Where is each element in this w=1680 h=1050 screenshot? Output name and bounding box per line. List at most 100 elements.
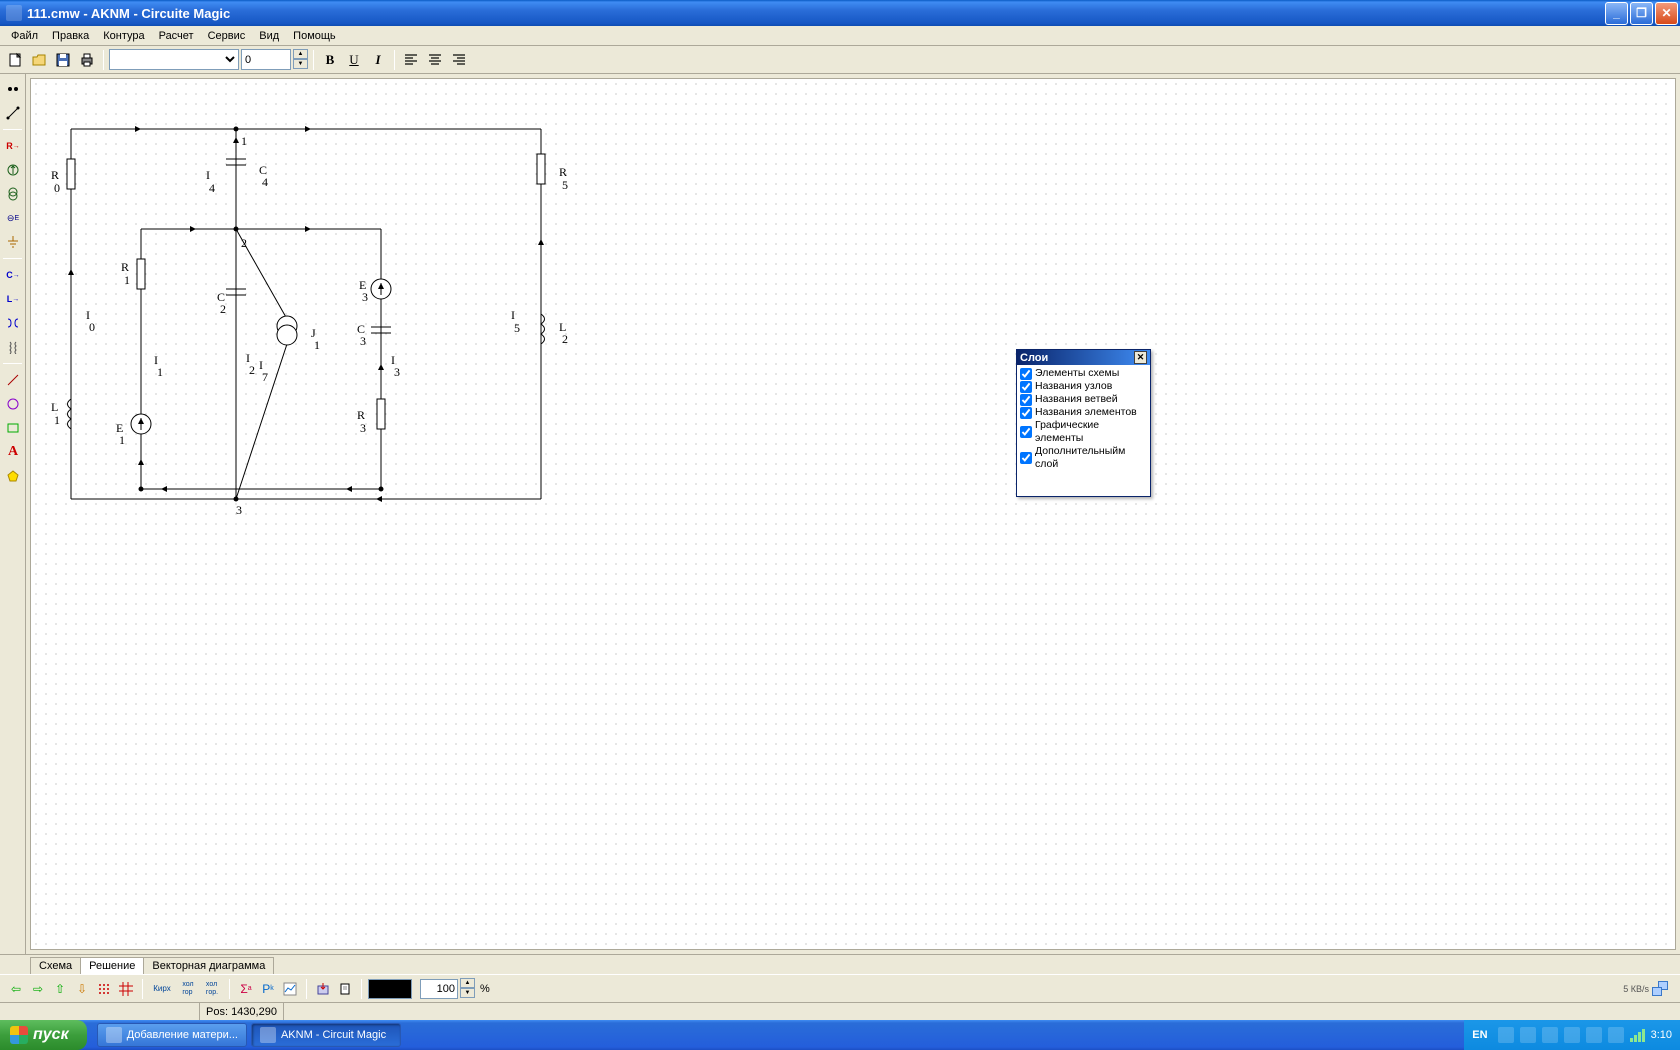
tool-node[interactable] bbox=[2, 78, 24, 100]
menu-view[interactable]: Вид bbox=[252, 28, 286, 44]
layer-checkbox[interactable] bbox=[1020, 368, 1032, 380]
tool-text[interactable]: A bbox=[2, 441, 24, 463]
tab-vector[interactable]: Векторная диаграмма bbox=[143, 957, 274, 974]
tool-emf[interactable] bbox=[2, 159, 24, 181]
color-picker[interactable] bbox=[368, 979, 412, 999]
tool-mutual[interactable] bbox=[2, 312, 24, 334]
nav-left-button[interactable]: ⇦ bbox=[6, 979, 26, 999]
tool-resistor[interactable]: R→ bbox=[2, 135, 24, 157]
svg-text:4: 4 bbox=[262, 175, 268, 189]
tool-ground[interactable] bbox=[2, 231, 24, 253]
zoom-spinner[interactable]: ▲▼ bbox=[460, 978, 475, 999]
language-indicator[interactable]: EN bbox=[1472, 1029, 1487, 1041]
svg-text:L: L bbox=[51, 400, 58, 414]
align-right-button[interactable] bbox=[448, 49, 470, 71]
print-button[interactable] bbox=[76, 49, 98, 71]
tray-icon[interactable] bbox=[1542, 1027, 1558, 1043]
layers-panel[interactable]: Слои ✕ Элементы схемы Названия узлов Наз… bbox=[1016, 349, 1151, 497]
minimize-button[interactable]: _ bbox=[1605, 2, 1628, 25]
layer-item[interactable]: Дополнительныйм слой bbox=[1020, 445, 1147, 471]
layer-item[interactable]: Названия элементов bbox=[1020, 406, 1147, 419]
menu-edit[interactable]: Правка bbox=[45, 28, 96, 44]
grid-large-button[interactable] bbox=[116, 979, 136, 999]
svg-text:2: 2 bbox=[249, 363, 255, 377]
nav-up-button[interactable]: ⇧ bbox=[50, 979, 70, 999]
menu-contours[interactable]: Контура bbox=[96, 28, 151, 44]
tab-schema[interactable]: Схема bbox=[30, 957, 81, 974]
tool-polygon[interactable] bbox=[2, 465, 24, 487]
system-tray[interactable]: EN 3:10 bbox=[1464, 1020, 1680, 1050]
tool-ac-source[interactable]: ⊖E bbox=[2, 207, 24, 229]
taskbar-item-browser[interactable]: Добавление матери... bbox=[97, 1023, 247, 1047]
svg-text:3: 3 bbox=[360, 421, 366, 435]
svg-text:3: 3 bbox=[236, 503, 242, 517]
tray-icon[interactable] bbox=[1586, 1027, 1602, 1043]
kirchhoff-button[interactable]: Кирх bbox=[149, 979, 175, 999]
layer-checkbox[interactable] bbox=[1020, 381, 1032, 393]
svg-text:R: R bbox=[559, 165, 567, 179]
tray-icon[interactable] bbox=[1608, 1027, 1624, 1043]
loop-current-button[interactable]: хол гор. bbox=[201, 979, 223, 999]
nav-down-button[interactable]: ⇩ bbox=[72, 979, 92, 999]
layer-item[interactable]: Графические элементы bbox=[1020, 419, 1147, 445]
align-center-button[interactable] bbox=[424, 49, 446, 71]
svg-text:2: 2 bbox=[241, 236, 247, 250]
underline-button[interactable]: U bbox=[343, 49, 365, 71]
menu-service[interactable]: Сервис bbox=[201, 28, 253, 44]
layer-item[interactable]: Названия ветвей bbox=[1020, 393, 1147, 406]
save-button[interactable] bbox=[52, 49, 74, 71]
report-button[interactable] bbox=[335, 979, 355, 999]
nav-toolbar: ⇦ ⇨ ⇧ ⇩ Кирх хол гор хол гор. Σa Pk ▲▼ %… bbox=[0, 974, 1680, 1002]
layer-item[interactable]: Названия узлов bbox=[1020, 380, 1147, 393]
tool-wire[interactable] bbox=[2, 102, 24, 124]
layers-close-button[interactable]: ✕ bbox=[1134, 351, 1147, 364]
layer-item[interactable]: Элементы схемы bbox=[1020, 367, 1147, 380]
open-button[interactable] bbox=[28, 49, 50, 71]
svg-text:R: R bbox=[51, 168, 59, 182]
node-potential-button[interactable]: хол гор bbox=[177, 979, 199, 999]
taskbar-item-circuitmagic[interactable]: AKNM - Circuit Magic bbox=[251, 1023, 401, 1047]
menu-calculation[interactable]: Расчет bbox=[152, 28, 201, 44]
tool-transformer[interactable] bbox=[2, 336, 24, 358]
clock[interactable]: 3:10 bbox=[1651, 1029, 1672, 1041]
italic-button[interactable]: I bbox=[367, 49, 389, 71]
start-button[interactable]: пуск bbox=[0, 1020, 87, 1050]
tool-inductor[interactable]: L→ bbox=[2, 288, 24, 310]
menu-file[interactable]: Файл bbox=[4, 28, 45, 44]
layers-panel-title[interactable]: Слои ✕ bbox=[1017, 350, 1150, 365]
circuit-canvas[interactable]: 1 2 3 R0 R1 R3 R5 C2 C3 C4 L1 L2 E1 E3 J… bbox=[30, 78, 1676, 950]
tab-solution[interactable]: Решение bbox=[80, 957, 144, 974]
menu-help[interactable]: Помощь bbox=[286, 28, 343, 44]
tool-circle[interactable] bbox=[2, 393, 24, 415]
formula-p-button[interactable]: Pk bbox=[258, 979, 278, 999]
circle-icon bbox=[6, 397, 20, 411]
layer-checkbox[interactable] bbox=[1020, 407, 1032, 419]
tool-rect[interactable] bbox=[2, 417, 24, 439]
tray-icon[interactable] bbox=[1498, 1027, 1514, 1043]
grid-grid-icon bbox=[119, 982, 133, 996]
nav-right-button[interactable]: ⇨ bbox=[28, 979, 48, 999]
layer-checkbox[interactable] bbox=[1020, 394, 1032, 406]
tool-line[interactable] bbox=[2, 369, 24, 391]
bold-button[interactable]: B bbox=[319, 49, 341, 71]
maximize-button[interactable]: ❐ bbox=[1630, 2, 1653, 25]
layer-checkbox[interactable] bbox=[1020, 452, 1032, 464]
chart-button[interactable] bbox=[280, 979, 300, 999]
svg-text:5: 5 bbox=[562, 178, 568, 192]
tool-current-source[interactable] bbox=[2, 183, 24, 205]
layer-checkbox[interactable] bbox=[1020, 426, 1032, 438]
tray-icon[interactable] bbox=[1564, 1027, 1580, 1043]
new-button[interactable] bbox=[4, 49, 26, 71]
grid-small-button[interactable] bbox=[94, 979, 114, 999]
tool-separator bbox=[3, 129, 22, 130]
tray-icon[interactable] bbox=[1520, 1027, 1536, 1043]
close-button[interactable]: ✕ bbox=[1655, 2, 1678, 25]
formula-sigma-button[interactable]: Σa bbox=[236, 979, 256, 999]
size-spinner[interactable]: ▲▼ bbox=[293, 49, 308, 70]
tool-capacitor[interactable]: C→ bbox=[2, 264, 24, 286]
export-button[interactable] bbox=[313, 979, 333, 999]
font-size-input[interactable] bbox=[241, 49, 291, 70]
font-select[interactable] bbox=[109, 49, 239, 70]
zoom-input[interactable] bbox=[420, 979, 458, 999]
align-left-button[interactable] bbox=[400, 49, 422, 71]
